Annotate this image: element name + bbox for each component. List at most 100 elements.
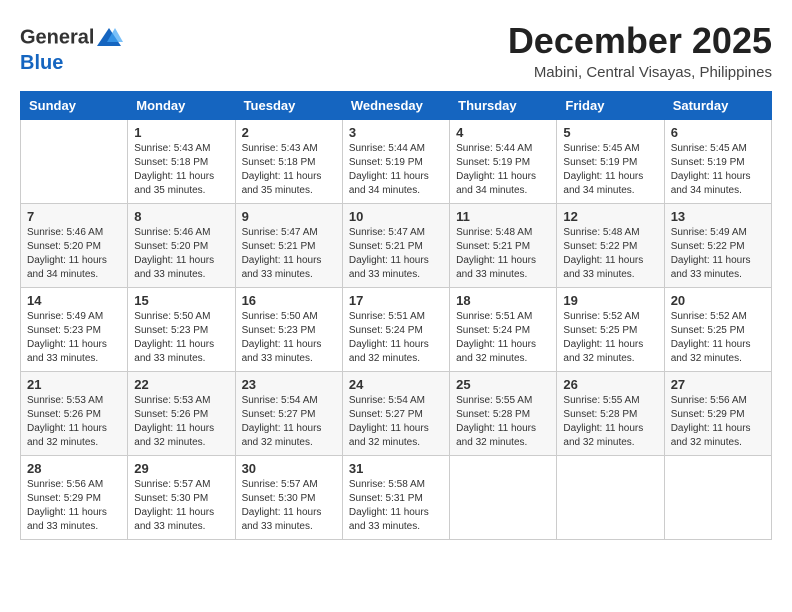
calendar-cell: 10 Sunrise: 5:47 AM Sunset: 5:21 PM Dayli… [342,204,449,288]
day-info: Sunrise: 5:48 AM Sunset: 5:21 PM Dayligh… [456,226,550,282]
weekday-header-thursday: Thursday [450,92,557,120]
day-info: Sunrise: 5:56 AM Sunset: 5:29 PM Dayligh… [27,478,121,534]
day-number: 17 [349,293,443,308]
day-info: Sunrise: 5:50 AM Sunset: 5:23 PM Dayligh… [134,310,228,366]
day-number: 1 [134,125,228,140]
logo-general-text: General [20,26,94,48]
day-info: Sunrise: 5:55 AM Sunset: 5:28 PM Dayligh… [456,394,550,450]
day-info: Sunrise: 5:50 AM Sunset: 5:23 PM Dayligh… [242,310,336,366]
calendar-cell: 3 Sunrise: 5:44 AM Sunset: 5:19 PM Daylig… [342,120,449,204]
day-info: Sunrise: 5:43 AM Sunset: 5:18 PM Dayligh… [134,142,228,198]
calendar-cell: 19 Sunrise: 5:52 AM Sunset: 5:25 PM Dayli… [557,288,664,372]
calendar-week-5: 28 Sunrise: 5:56 AM Sunset: 5:29 PM Dayli… [21,456,772,540]
day-number: 31 [349,461,443,476]
calendar-cell: 14 Sunrise: 5:49 AM Sunset: 5:23 PM Dayli… [21,288,128,372]
calendar-cell: 12Sunrise: 5:48 AM Sunset: 5:22 PM Dayli… [557,204,664,288]
day-number: 25 [456,377,550,392]
day-info: Sunrise: 5:44 AM Sunset: 5:19 PM Dayligh… [349,142,443,198]
calendar-cell: 8 Sunrise: 5:46 AM Sunset: 5:20 PM Daylig… [128,204,235,288]
calendar-cell: 25 Sunrise: 5:55 AM Sunset: 5:28 PM Dayli… [450,372,557,456]
day-number: 26 [563,377,657,392]
calendar-cell: 31 Sunrise: 5:58 AM Sunset: 5:31 PM Dayli… [342,456,449,540]
day-info: Sunrise: 5:46 AM Sunset: 5:20 PM Dayligh… [27,226,121,282]
weekday-header-saturday: Saturday [664,92,771,120]
calendar-cell: 6Sunrise: 5:45 AM Sunset: 5:19 PM Daylig… [664,120,771,204]
calendar-cell: 13 Sunrise: 5:49 AM Sunset: 5:22 PM Dayli… [664,204,771,288]
calendar-cell: 27Sunrise: 5:56 AM Sunset: 5:29 PM Dayli… [664,372,771,456]
calendar-cell: 5 Sunrise: 5:45 AM Sunset: 5:19 PM Daylig… [557,120,664,204]
day-number: 13 [671,209,765,224]
day-number: 4 [456,125,550,140]
calendar-cell: 24 Sunrise: 5:54 AM Sunset: 5:27 PM Dayli… [342,372,449,456]
day-number: 11 [456,209,550,224]
weekday-header-tuesday: Tuesday [235,92,342,120]
calendar-cell: 28 Sunrise: 5:56 AM Sunset: 5:29 PM Dayli… [21,456,128,540]
day-number: 10 [349,209,443,224]
day-info: Sunrise: 5:47 AM Sunset: 5:21 PM Dayligh… [242,226,336,282]
month-title: December 2025 [508,20,772,62]
calendar-cell [21,120,128,204]
calendar-cell: 22 Sunrise: 5:53 AM Sunset: 5:26 PM Dayli… [128,372,235,456]
day-info: Sunrise: 5:53 AM Sunset: 5:26 PM Dayligh… [27,394,121,450]
day-number: 21 [27,377,121,392]
day-number: 14 [27,293,121,308]
day-number: 5 [563,125,657,140]
calendar-body: 1 Sunrise: 5:43 AM Sunset: 5:18 PM Daylig… [21,120,772,540]
day-info: Sunrise: 5:53 AM Sunset: 5:26 PM Dayligh… [134,394,228,450]
day-number: 2 [242,125,336,140]
day-number: 27 [671,377,765,392]
calendar-week-2: 7 Sunrise: 5:46 AM Sunset: 5:20 PM Daylig… [21,204,772,288]
day-number: 8 [134,209,228,224]
calendar-cell: 23 Sunrise: 5:54 AM Sunset: 5:27 PM Dayli… [235,372,342,456]
calendar-cell: 16 Sunrise: 5:50 AM Sunset: 5:23 PM Dayli… [235,288,342,372]
title-block: December 2025 Mabini, Central Visayas, P… [508,20,772,81]
calendar-cell: 18Sunrise: 5:51 AM Sunset: 5:24 PM Dayli… [450,288,557,372]
calendar-cell: 29Sunrise: 5:57 AM Sunset: 5:30 PM Dayli… [128,456,235,540]
day-info: Sunrise: 5:47 AM Sunset: 5:21 PM Dayligh… [349,226,443,282]
day-info: Sunrise: 5:54 AM Sunset: 5:27 PM Dayligh… [242,394,336,450]
day-number: 24 [349,377,443,392]
day-number: 23 [242,377,336,392]
calendar-cell: 1 Sunrise: 5:43 AM Sunset: 5:18 PM Daylig… [128,120,235,204]
page-header: General Blue December 2025 Mabini, Centr… [20,20,772,81]
day-info: Sunrise: 5:52 AM Sunset: 5:25 PM Dayligh… [671,310,765,366]
day-number: 28 [27,461,121,476]
day-info: Sunrise: 5:45 AM Sunset: 5:19 PM Dayligh… [563,142,657,198]
day-info: Sunrise: 5:46 AM Sunset: 5:20 PM Dayligh… [134,226,228,282]
day-info: Sunrise: 5:49 AM Sunset: 5:23 PM Dayligh… [27,310,121,366]
day-info: Sunrise: 5:55 AM Sunset: 5:28 PM Dayligh… [563,394,657,450]
day-number: 19 [563,293,657,308]
calendar-week-3: 14 Sunrise: 5:49 AM Sunset: 5:23 PM Dayli… [21,288,772,372]
logo-icon [95,24,123,52]
calendar-cell: 21 Sunrise: 5:53 AM Sunset: 5:26 PM Dayli… [21,372,128,456]
day-number: 9 [242,209,336,224]
weekday-header-monday: Monday [128,92,235,120]
day-number: 29 [134,461,228,476]
day-number: 15 [134,293,228,308]
calendar-cell [664,456,771,540]
calendar-cell: 7 Sunrise: 5:46 AM Sunset: 5:20 PM Daylig… [21,204,128,288]
logo: General Blue [20,24,124,74]
day-number: 18 [456,293,550,308]
location-title: Mabini, Central Visayas, Philippines [508,64,772,81]
day-info: Sunrise: 5:58 AM Sunset: 5:31 PM Dayligh… [349,478,443,534]
calendar-cell: 11 Sunrise: 5:48 AM Sunset: 5:21 PM Dayli… [450,204,557,288]
calendar-cell [450,456,557,540]
day-number: 20 [671,293,765,308]
day-number: 7 [27,209,121,224]
weekday-header-sunday: Sunday [21,92,128,120]
day-info: Sunrise: 5:52 AM Sunset: 5:25 PM Dayligh… [563,310,657,366]
calendar-week-1: 1 Sunrise: 5:43 AM Sunset: 5:18 PM Daylig… [21,120,772,204]
day-info: Sunrise: 5:54 AM Sunset: 5:27 PM Dayligh… [349,394,443,450]
calendar-table: SundayMondayTuesdayWednesdayThursdayFrid… [20,91,772,540]
calendar-cell: 4 Sunrise: 5:44 AM Sunset: 5:19 PM Daylig… [450,120,557,204]
day-info: Sunrise: 5:45 AM Sunset: 5:19 PM Dayligh… [671,142,765,198]
day-number: 16 [242,293,336,308]
calendar-cell: 17Sunrise: 5:51 AM Sunset: 5:24 PM Dayli… [342,288,449,372]
weekday-header-friday: Friday [557,92,664,120]
day-number: 30 [242,461,336,476]
day-number: 3 [349,125,443,140]
day-number: 22 [134,377,228,392]
day-info: Sunrise: 5:44 AM Sunset: 5:19 PM Dayligh… [456,142,550,198]
day-info: Sunrise: 5:49 AM Sunset: 5:22 PM Dayligh… [671,226,765,282]
